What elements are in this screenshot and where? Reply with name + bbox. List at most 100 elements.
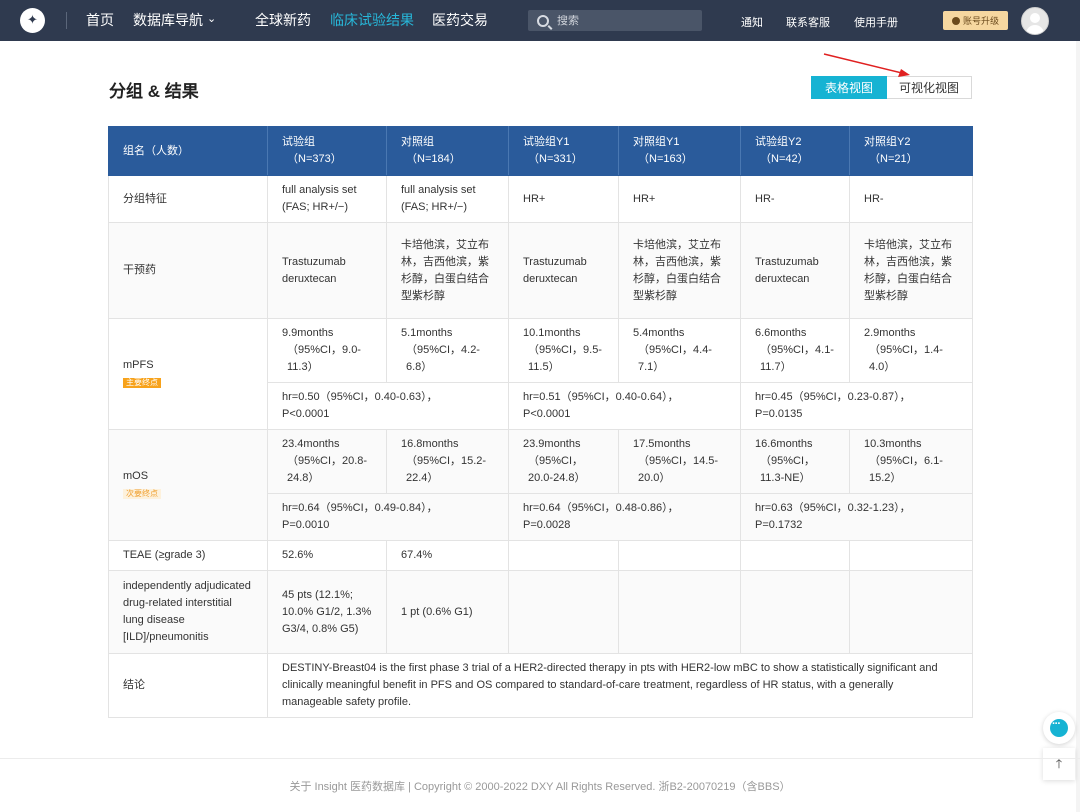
- table-cell: [849, 570, 973, 654]
- results-table: 组名（人数） 试验组 （N=373） 对照组 （N=184） 试验组Y1 （N=331…: [108, 126, 973, 718]
- header-label: 试验组: [282, 136, 315, 148]
- upgrade-label: 账号升级: [962, 16, 999, 26]
- header-n: （N=163）: [638, 153, 693, 165]
- table-cell: [618, 570, 741, 654]
- back-to-top-button[interactable]: ⤒: [1043, 748, 1075, 780]
- logo[interactable]: ✦: [20, 8, 45, 33]
- upgrade-button[interactable]: 账号升级: [943, 11, 1008, 30]
- table-cell-hr: hr=0.63（95%CI，0.32-1.23）， P=0.1732: [740, 493, 973, 541]
- header-label: 对照组Y2: [864, 136, 911, 148]
- row-label: 分组特征: [108, 175, 268, 223]
- row-label: TEAE (≥grade 3): [108, 540, 268, 571]
- table-cell: HR-: [740, 175, 850, 223]
- value-ci: （95%CI，1.4-4.0）: [869, 344, 943, 373]
- value-ci: （95%CI，15.2-22.4）: [406, 455, 487, 484]
- table-cell: 5.4months （95%CI，4.4-7.1）: [618, 318, 741, 383]
- nav-database-guide[interactable]: 数据库导航 ⌄: [133, 12, 216, 31]
- header-control-y1: 对照组Y1 （N=163）: [618, 126, 741, 176]
- table-cell-hr: hr=0.45（95%CI，0.23-0.87）， P=0.0135: [740, 382, 973, 430]
- nav-divider: [66, 12, 67, 29]
- primary-endpoint-badge: 主要终点: [123, 378, 161, 388]
- table-cell: 17.5months （95%CI，14.5-20.0）: [618, 429, 741, 494]
- table-cell: 卡培他滨，艾立布林，吉西他滨，紫杉醇，白蛋白结合型紫杉醇: [386, 222, 509, 319]
- hr-value: hr=0.45（95%CI，0.23-0.87），: [755, 391, 911, 403]
- logo-icon: ✦: [27, 13, 38, 28]
- header-n: （N=184）: [406, 153, 461, 165]
- table-cell: [508, 540, 619, 571]
- secondary-endpoint-badge: 次要终点: [123, 489, 161, 499]
- annotation-arrow-icon: [823, 53, 910, 77]
- row-label: mOS: [123, 470, 149, 482]
- row-label-mpfs: mPFS 主要终点: [108, 318, 268, 430]
- value-ci: （95%CI，14.5-20.0）: [638, 455, 719, 484]
- table-cell: 10.1months （95%CI，9.5-11.5）: [508, 318, 619, 383]
- chat-button[interactable]: [1043, 712, 1075, 744]
- nav-global-drugs[interactable]: 全球新药: [255, 12, 311, 29]
- table-cell: 10.3months （95%CI，6.1-15.2）: [849, 429, 973, 494]
- table-cell: full analysis set (FAS; HR+/−): [386, 175, 509, 223]
- nav-notifications[interactable]: 通知: [741, 14, 763, 30]
- header-n: （N=21）: [869, 153, 918, 165]
- table-cell: Trastuzumab deruxtecan: [508, 222, 619, 319]
- nav-pharma-deals[interactable]: 医药交易: [432, 12, 488, 29]
- value-main: 10.3months: [864, 438, 922, 450]
- value-main: 17.5months: [633, 438, 691, 450]
- value-ci: （95%CI，9.5-11.5）: [528, 344, 602, 373]
- table-cell: HR-: [849, 175, 973, 223]
- row-label: 结论: [108, 653, 268, 718]
- value-ci: （95%CI，11.3-NE）: [760, 455, 816, 484]
- table-row-mpfs: mPFS 主要终点 9.9months （95%CI，9.0-11.3） 5.1m…: [108, 318, 973, 430]
- table-cell: 6.6months （95%CI，4.1-11.7）: [740, 318, 850, 383]
- table-cell: HR+: [618, 175, 741, 223]
- header-n: （N=42）: [760, 153, 809, 165]
- table-cell-hr: hr=0.50（95%CI，0.40-0.63）， P<0.0001: [267, 382, 509, 430]
- table-cell-hr: hr=0.64（95%CI，0.49-0.84）， P=0.0010: [267, 493, 509, 541]
- table-cell: 9.9months （95%CI，9.0-11.3）: [267, 318, 387, 383]
- value-main: 23.9months: [523, 438, 581, 450]
- header-treatment-y1: 试验组Y1 （N=331）: [508, 126, 619, 176]
- table-cell: full analysis set (FAS; HR+/−): [267, 175, 387, 223]
- value-ci: （95%CI，4.1-11.7）: [760, 344, 834, 373]
- table-cell: Trastuzumab deruxtecan: [740, 222, 850, 319]
- nav-home[interactable]: 首页: [86, 12, 114, 29]
- table-row-ild: independently adjudicated drug-related i…: [108, 570, 973, 654]
- hr-value: hr=0.64（95%CI，0.49-0.84），: [282, 502, 438, 514]
- nav-customer-service[interactable]: 联系客服: [786, 14, 830, 30]
- search-input[interactable]: [557, 14, 697, 27]
- table-row-group-features: 分组特征 full analysis set (FAS; HR+/−) full…: [108, 175, 973, 223]
- table-cell: 45 pts (12.1%; 10.0% G1/2, 1.3% G3/4, 0.…: [267, 570, 387, 654]
- avatar[interactable]: [1021, 7, 1049, 35]
- row-label: independently adjudicated drug-related i…: [108, 570, 268, 654]
- search-icon: [537, 14, 549, 27]
- table-cell: 23.4months （95%CI，20.8-24.8）: [267, 429, 387, 494]
- top-nav: ✦ 首页 数据库导航 ⌄ 全球新药 临床试验结果 医药交易 通知 联系客服 使用手…: [0, 0, 1080, 41]
- value-main: 16.6months: [755, 438, 813, 450]
- nav-user-manual[interactable]: 使用手册: [854, 14, 898, 30]
- hr-value: hr=0.64（95%CI，0.48-0.86），: [523, 502, 679, 514]
- table-cell: [740, 570, 850, 654]
- arrow-up-icon: ⤒: [1055, 756, 1063, 772]
- nav-clinical-results[interactable]: 临床试验结果: [330, 12, 414, 29]
- value-ci: （95%CI，4.2-6.8）: [406, 344, 480, 373]
- footer-divider: [0, 758, 1080, 759]
- table-cell: [508, 570, 619, 654]
- table-cell-hr: hr=0.51（95%CI，0.40-0.64）， P<0.0001: [508, 382, 741, 430]
- header-control: 对照组 （N=184）: [386, 126, 509, 176]
- p-value: P=0.0010: [282, 519, 330, 531]
- table-cell: 67.4%: [386, 540, 509, 571]
- header-label: 组名（人数）: [123, 144, 189, 157]
- hr-value: hr=0.51（95%CI，0.40-0.64），: [523, 391, 679, 403]
- table-cell: 23.9months （95%CI，20.0-24.8）: [508, 429, 619, 494]
- page-title: 分组 & 结果: [109, 82, 199, 101]
- value-main: 5.1months: [401, 327, 453, 339]
- header-control-y2: 对照组Y2 （N=21）: [849, 126, 973, 176]
- table-cell: [740, 540, 850, 571]
- search-box[interactable]: [528, 10, 702, 31]
- value-main: 16.8months: [401, 438, 459, 450]
- table-cell: 卡培他滨，艾立布林，吉西他滨，紫杉醇，白蛋白结合型紫杉醇: [618, 222, 741, 319]
- value-main: 9.9months: [282, 327, 334, 339]
- value-main: 5.4months: [633, 327, 685, 339]
- table-cell: 16.8months （95%CI，15.2-22.4）: [386, 429, 509, 494]
- header-label: 试验组Y1: [523, 136, 570, 148]
- row-label-mos: mOS 次要终点: [108, 429, 268, 541]
